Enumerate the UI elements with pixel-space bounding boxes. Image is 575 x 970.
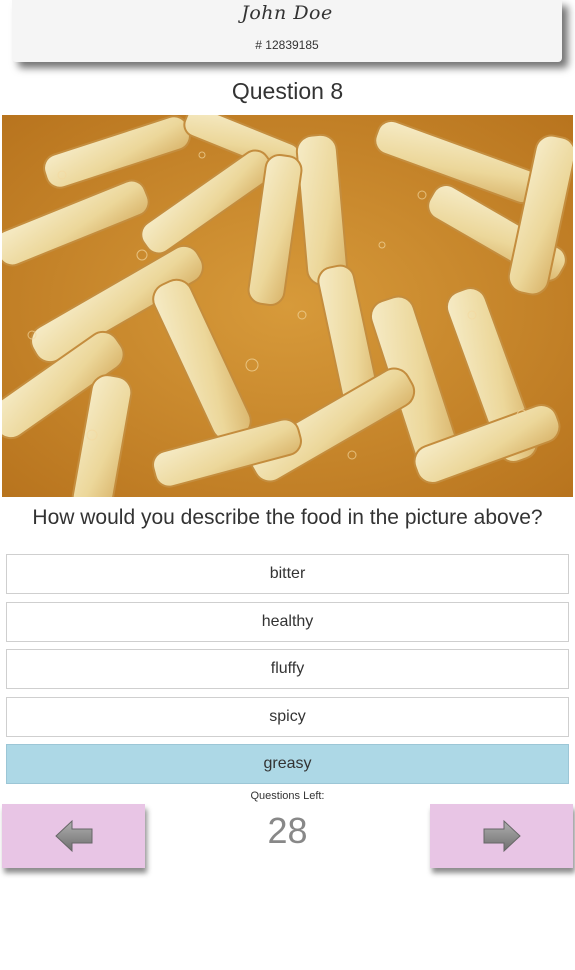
question-title: Question 8 [231, 78, 344, 104]
arrow-left-icon [54, 819, 92, 853]
user-header-card: John Doe # 12839185 [12, 0, 562, 62]
food-photo [2, 115, 573, 497]
answer-option-bitter[interactable]: bitter [6, 554, 569, 594]
previous-button[interactable] [2, 804, 145, 868]
question-prompt: How would you describe the food in the p… [32, 506, 543, 529]
user-name: John Doe [241, 2, 333, 24]
answer-option-healthy[interactable]: healthy [6, 602, 569, 642]
answer-option-spicy[interactable]: spicy [6, 697, 569, 737]
answer-option-greasy[interactable]: greasy [6, 744, 569, 784]
questions-left-label: Questions Left: [250, 790, 325, 802]
answer-option-fluffy[interactable]: fluffy [6, 649, 569, 689]
arrow-right-icon [483, 819, 521, 853]
next-button[interactable] [430, 804, 573, 868]
user-id: # 12839185 [255, 38, 319, 52]
